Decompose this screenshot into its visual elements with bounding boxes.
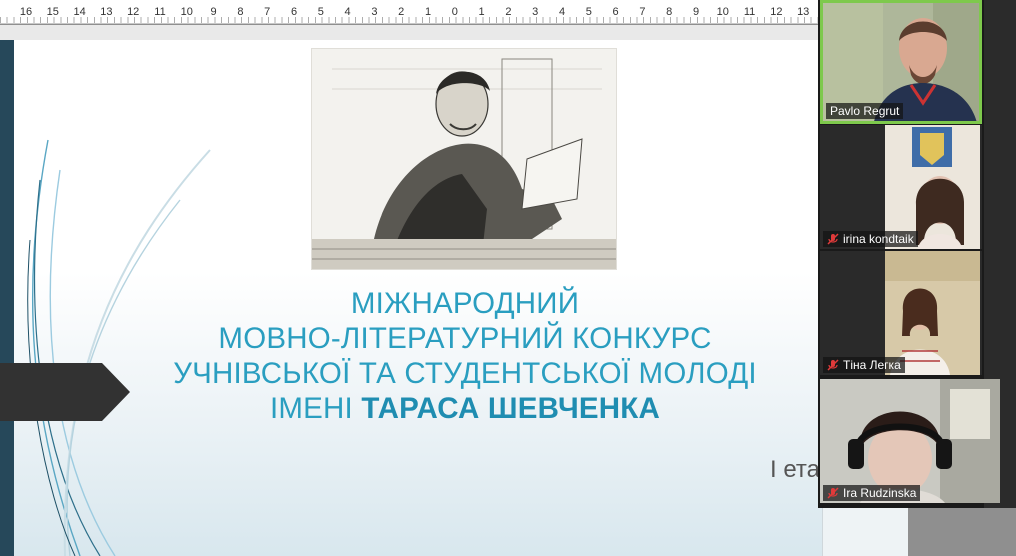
pentagon-arrow-shape <box>0 363 130 421</box>
slide-title-line-2: МОВНО-ЛІТЕРАТУРНИЙ КОНКУРС <box>218 322 712 355</box>
ruler-label: 6 <box>612 6 619 18</box>
ruler-label: 10 <box>716 6 729 18</box>
ruler-label: 8 <box>666 6 673 18</box>
ruler-label: 4 <box>558 6 566 18</box>
ruler-label: 9 <box>692 6 700 18</box>
ruler-label: 4 <box>344 6 351 18</box>
participant-name: Pavlo Regrut <box>830 104 900 118</box>
ruler-label: 13 <box>797 6 810 18</box>
ruler-label: 2 <box>505 6 512 18</box>
ruler-label: 12 <box>770 6 783 18</box>
video-tile-tina-legka[interactable]: Тіна Легка <box>820 251 982 375</box>
video-tile-pavlo-regrut[interactable]: Pavlo Regrut <box>820 0 982 124</box>
slide-title: МІЖНАРОДНИЙ МОВНО-ЛІТЕРАТУРНИЙ КОНКУРС У… <box>150 286 780 426</box>
horizontal-ruler[interactable]: 16 15 14 13 12 11 10 9 8 7 6 5 4 3 2 1 0 1 2 3 4 5 6 7 8 9 10 11 12 1… <box>0 0 822 24</box>
ruler-label: 10 <box>180 6 193 18</box>
slide-title-line-4-prefix: ІМЕНІ <box>269 392 362 425</box>
ruler-label: 12 <box>127 6 140 18</box>
participant-name: Ira Rudzinska <box>843 486 917 500</box>
ruler-label: 2 <box>398 6 405 18</box>
microphone-muted-icon <box>827 233 839 245</box>
screen: 16 15 14 13 12 11 10 9 8 7 6 5 4 3 2 1 0 1 2 3 4 5 6 7 8 9 10 11 12 1… <box>0 0 1016 556</box>
ruler-label: 6 <box>290 6 298 18</box>
ruler-label: 0 <box>451 6 458 18</box>
microphone-muted-icon <box>827 487 839 499</box>
ruler-label: 7 <box>264 6 271 18</box>
ruler-label: 13 <box>100 6 113 18</box>
ruler-label: 1 <box>424 6 432 18</box>
participant-name-tag: irina kondtaik <box>823 231 918 247</box>
ruler-label: 8 <box>237 6 244 18</box>
slide-left-accent-strip <box>0 40 14 556</box>
participant-name: Тіна Легка <box>843 358 901 372</box>
ruler-label: 3 <box>371 6 378 18</box>
ruler-label: 15 <box>46 6 59 18</box>
microphone-muted-icon <box>827 359 839 371</box>
ruler-label: 11 <box>743 6 756 18</box>
ruler-label: 16 <box>19 6 33 18</box>
video-tile-ira-rudzinska[interactable]: Ira Rudzinska <box>820 379 1000 503</box>
ruler-label: 9 <box>210 6 217 18</box>
ruler-label: 5 <box>317 6 324 18</box>
participant-name-tag: Тіна Легка <box>823 357 905 373</box>
ruler-label: 14 <box>73 6 86 18</box>
slide-title-line-4-bold: ТАРАСА ШЕВЧЕНКА <box>361 392 661 425</box>
ruler-label: 3 <box>532 6 539 18</box>
shevchenko-portrait-image <box>311 48 617 270</box>
slide-title-line-3: УЧНІВСЬКОЇ ТА СТУДЕНТСЬКОЇ МОЛОДІ <box>173 357 757 390</box>
video-participants-panel[interactable]: Pavlo Regrut irina kondtaik Тіна Легка I… <box>818 0 1016 508</box>
participant-name-tag: Ira Rudzinska <box>823 485 921 501</box>
slide-title-line-1: МІЖНАРОДНИЙ <box>350 287 580 320</box>
video-tile-irina-kondtaik[interactable]: irina kondtaik <box>820 125 982 249</box>
slide-right-edge <box>822 508 908 556</box>
ruler-label: 5 <box>585 6 592 18</box>
participant-name: irina kondtaik <box>843 232 914 246</box>
presentation-slide[interactable]: МІЖНАРОДНИЙ МОВНО-ЛІТЕРАТУРНИЙ КОНКУРС У… <box>0 40 822 556</box>
ruler-label: 1 <box>478 6 485 18</box>
slide-title-line-4: ІМЕНІ ТАРАСА ШЕВЧЕНКА <box>150 391 780 426</box>
ruler-label: 11 <box>154 6 166 18</box>
stage-label: І ета <box>770 456 820 483</box>
ruler-label: 7 <box>639 6 646 18</box>
participant-name-tag: Pavlo Regrut <box>826 103 904 119</box>
